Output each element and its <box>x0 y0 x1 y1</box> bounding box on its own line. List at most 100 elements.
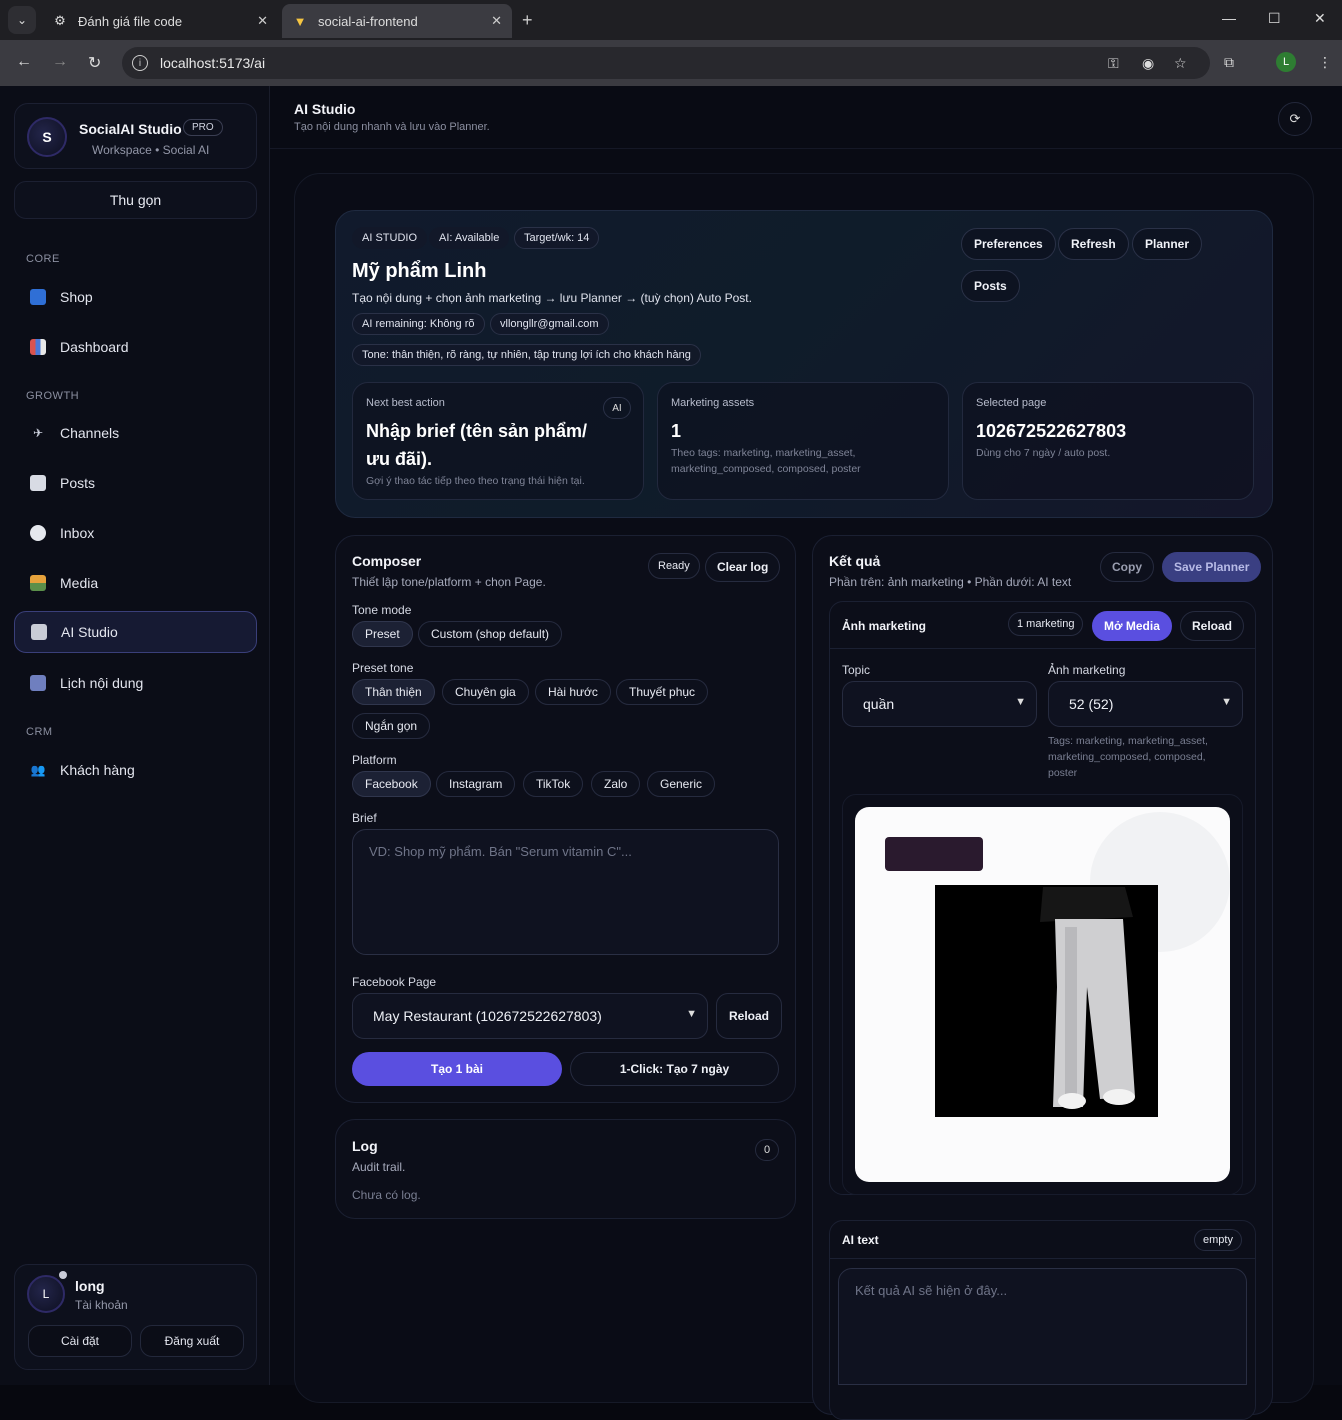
collapse-sidebar-button[interactable]: Thu gọn <box>14 181 257 219</box>
ai-text-title: AI text <box>842 1233 879 1247</box>
brand-name: SocialAI Studio <box>79 121 182 137</box>
chevron-down-icon: ▼ <box>1221 696 1232 708</box>
platform-facebook[interactable]: Facebook <box>352 771 431 797</box>
back-icon[interactable]: ← <box>16 53 32 71</box>
create-one-post-button[interactable]: Tạo 1 bài <box>352 1052 562 1086</box>
stat-note: Dùng cho 7 ngày / auto post. <box>976 447 1111 459</box>
refresh-icon[interactable]: ⟳ <box>1278 102 1312 136</box>
status-dot <box>59 1271 67 1279</box>
logout-button[interactable]: Đăng xuất <box>140 1325 244 1357</box>
sidebar-item-label: Media <box>60 575 99 591</box>
tone-chip-concise[interactable]: Ngắn gọn <box>352 713 431 739</box>
user-role: Tài khoản <box>75 1298 128 1312</box>
new-tab-icon[interactable]: + <box>522 10 533 31</box>
robot-icon <box>31 624 47 640</box>
ai-text-output[interactable]: Kết quả AI sẽ hiện ở đây... <box>838 1268 1247 1385</box>
site-info-icon[interactable]: i <box>132 55 148 71</box>
tone-chip-persuasive[interactable]: Thuyết phục <box>616 679 709 705</box>
sidebar-item-posts[interactable]: Posts <box>14 462 257 504</box>
reload-icon[interactable]: ↻ <box>88 53 101 73</box>
refresh-button[interactable]: Refresh <box>1058 228 1129 260</box>
tone-chip-funny[interactable]: Hài hước <box>535 679 611 705</box>
facebook-page-select[interactable]: May Restaurant (102672522627803) ▼ <box>352 993 708 1039</box>
tone-mode-preset[interactable]: Preset <box>352 621 413 647</box>
selected-page-value: May Restaurant (102672522627803) <box>373 1008 602 1024</box>
selected-page-card: Selected page 102672522627803 Dùng cho 7… <box>962 382 1254 500</box>
maximize-icon[interactable]: ☐ <box>1268 10 1281 27</box>
profile-avatar[interactable]: L <box>1276 52 1296 72</box>
tone-chip-expert[interactable]: Chuyên gia <box>442 679 529 705</box>
marketing-image-preview[interactable] <box>855 807 1230 1182</box>
page-title: AI Studio <box>294 101 356 117</box>
posts-button[interactable]: Posts <box>961 270 1020 302</box>
vite-icon: ▼ <box>293 13 307 29</box>
browser-tab-2[interactable]: ▼ social-ai-frontend ✕ <box>282 4 512 38</box>
sidebar-item-dashboard[interactable]: Dashboard <box>14 326 257 368</box>
tone-mode-custom[interactable]: Custom (shop default) <box>418 621 563 647</box>
openai-icon: ⚙ <box>54 13 66 28</box>
more-menu-icon[interactable]: ⋮ <box>1318 54 1332 71</box>
composer-subtitle: Thiết lập tone/platform + chọn Page. <box>352 575 546 589</box>
tab-title: Đánh giá file code <box>78 13 183 29</box>
reload-media-button[interactable]: Reload <box>1180 611 1245 641</box>
planner-button[interactable]: Planner <box>1132 228 1203 260</box>
platform-instagram[interactable]: Instagram <box>436 771 516 797</box>
sidebar-item-customers[interactable]: 👥 Khách hàng <box>14 749 257 791</box>
sidebar-item-shop[interactable]: Shop <box>14 276 257 318</box>
tab-search-button[interactable]: ⌄ <box>8 6 36 34</box>
ai-badge: AI <box>603 397 631 419</box>
plan-badge: PRO <box>183 119 223 136</box>
close-icon[interactable]: ✕ <box>257 13 268 29</box>
hero-pill-target: Target/wk: 14 <box>514 227 600 249</box>
brief-textarea[interactable]: VD: Shop mỹ phẩm. Bán "Serum vitamin C".… <box>352 829 779 955</box>
key-icon[interactable]: ⚿ <box>1108 55 1119 72</box>
facebook-page-label: Facebook Page <box>352 975 437 989</box>
reload-pages-button[interactable]: Reload <box>716 993 783 1039</box>
address-bar[interactable]: i localhost:5173/ai ⚿ ◉ ☆ <box>122 47 1210 79</box>
settings-button[interactable]: Cài đặt <box>28 1325 132 1357</box>
sidebar: S SocialAI Studio PRO Workspace • Social… <box>0 86 270 1385</box>
platform-tiktok[interactable]: TikTok <box>523 771 584 797</box>
tone-chip-friendly[interactable]: Thân thiện <box>352 679 435 705</box>
platform-zalo[interactable]: Zalo <box>591 771 641 797</box>
window-close-icon[interactable]: ✕ <box>1314 10 1326 27</box>
one-click-seven-days-button[interactable]: 1-Click: Tạo 7 ngày <box>570 1052 779 1086</box>
stat-value: 102672522627803 <box>976 421 1127 441</box>
minimize-icon[interactable]: — <box>1222 10 1236 26</box>
forward-icon[interactable]: → <box>52 53 68 71</box>
sidebar-item-media[interactable]: Media <box>14 562 257 604</box>
user-card: L long Tài khoản Cài đặt Đăng xuất <box>14 1264 257 1370</box>
next-action-line-2: ưu đãi). <box>366 449 433 469</box>
topic-select[interactable]: quần ▼ <box>842 681 1037 727</box>
eye-icon[interactable]: ◉ <box>1142 55 1154 72</box>
platform-label: Platform <box>352 753 397 767</box>
avatar[interactable]: L <box>27 1275 65 1313</box>
card-divider <box>830 1258 1255 1259</box>
extensions-icon[interactable]: ⧉ <box>1224 54 1234 71</box>
marketing-image-select[interactable]: 52 (52) ▼ <box>1048 681 1243 727</box>
open-media-button[interactable]: Mở Media <box>1092 611 1172 641</box>
clear-log-button[interactable]: Clear log <box>705 552 781 582</box>
sidebar-item-inbox[interactable]: Inbox <box>14 512 257 554</box>
close-icon[interactable]: ✕ <box>491 13 502 29</box>
sidebar-item-ai-studio[interactable]: AI Studio <box>14 611 257 653</box>
pants-product-image <box>885 812 1230 1117</box>
sidebar-item-channels[interactable]: ✈ Channels <box>14 412 257 454</box>
log-subtitle: Audit trail. <box>352 1160 406 1174</box>
url-text[interactable]: localhost:5173/ai <box>160 55 265 71</box>
chevron-down-icon: ▼ <box>1015 696 1026 708</box>
copy-button[interactable]: Copy <box>1100 552 1154 582</box>
result-title: Kết quả <box>829 553 881 569</box>
save-planner-button[interactable]: Save Planner <box>1162 552 1262 582</box>
log-empty-text: Chưa có log. <box>352 1188 421 1202</box>
sidebar-item-content-calendar[interactable]: Lịch nội dung <box>14 662 257 704</box>
preferences-button[interactable]: Preferences <box>961 228 1056 260</box>
star-icon[interactable]: ☆ <box>1174 55 1187 72</box>
ai-text-status-badge: empty <box>1194 1229 1242 1251</box>
platform-generic[interactable]: Generic <box>647 771 716 797</box>
user-name: long <box>75 1278 105 1294</box>
browser-tab-1[interactable]: ⚙ Đánh giá file code ✕ <box>42 4 278 38</box>
stat-label: Selected page <box>976 397 1047 409</box>
picture-icon <box>30 575 46 591</box>
tone-mode-label: Tone mode <box>352 603 412 617</box>
